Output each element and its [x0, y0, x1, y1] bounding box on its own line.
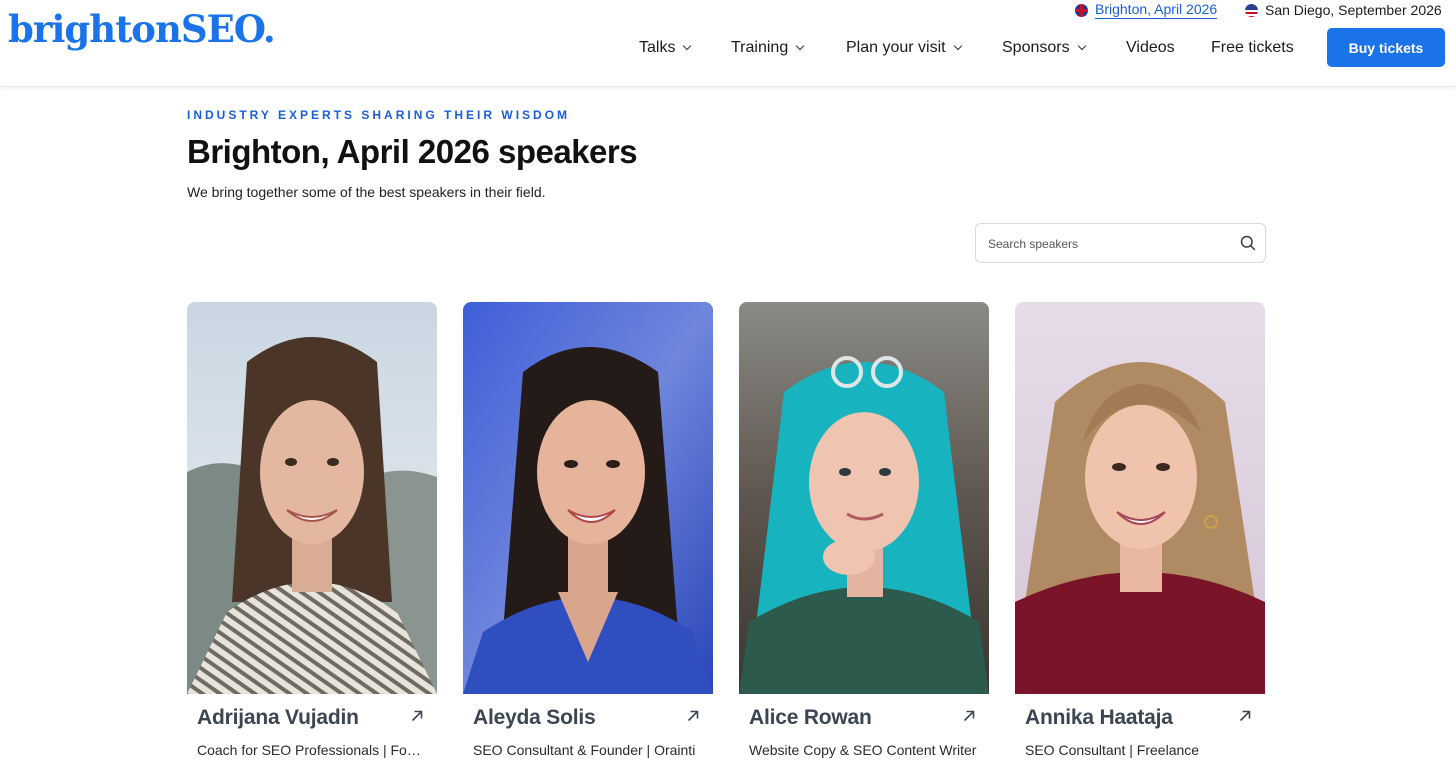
speaker-card[interactable]: Aleyda Solis SEO Consultant & Founder | … — [463, 302, 713, 783]
nav-item-training[interactable]: Training — [731, 36, 805, 60]
speaker-name[interactable]: Adrijana Vujadin — [197, 706, 359, 730]
search-input[interactable] — [988, 233, 1228, 255]
external-link-arrow-icon[interactable] — [411, 710, 423, 722]
chevron-down-icon — [795, 41, 805, 51]
site-header: brightonSEO. Brighton, April 2026 San Di… — [0, 0, 1456, 87]
nav-label: Sponsors — [1002, 39, 1070, 56]
nav-label: Talks — [639, 39, 676, 56]
speaker-card[interactable]: Adrijana Vujadin Coach for SEO Professio… — [187, 302, 437, 783]
external-link-arrow-icon[interactable] — [1239, 710, 1251, 722]
page-title: Brighton, April 2026 speakers — [187, 133, 638, 170]
external-link-arrow-icon[interactable] — [963, 710, 975, 722]
speaker-photo[interactable] — [1015, 302, 1265, 694]
speaker-photo[interactable] — [739, 302, 989, 694]
nav-item-videos[interactable]: Videos — [1126, 36, 1175, 60]
speaker-photo[interactable] — [463, 302, 713, 694]
buy-tickets-button[interactable]: Buy tickets — [1327, 28, 1445, 67]
nav-label: Training — [731, 39, 789, 56]
nav-item-sponsors[interactable]: Sponsors — [1002, 36, 1086, 60]
event-link-san-diego[interactable]: San Diego, September 2026 — [1245, 0, 1442, 20]
page-subtitle: We bring together some of the best speak… — [187, 184, 546, 200]
nav-label: Plan your visit — [846, 39, 946, 56]
nav-item-talks[interactable]: Talks — [639, 36, 692, 60]
speaker-role: Coach for SEO Professionals | Founder — [197, 742, 427, 758]
nav-item-plan-your-visit[interactable]: Plan your visit — [846, 36, 962, 60]
speaker-card[interactable]: Alice Rowan Website Copy & SEO Content W… — [739, 302, 989, 783]
section-eyebrow: INDUSTRY EXPERTS SHARING THEIR WISDOM — [187, 108, 571, 122]
speaker-search — [975, 223, 1266, 263]
main-nav: Talks Training Plan your visit Sponsors … — [0, 36, 1456, 60]
speaker-name[interactable]: Aleyda Solis — [473, 706, 596, 730]
nav-label: Videos — [1126, 39, 1175, 56]
us-flag-icon — [1245, 3, 1258, 17]
search-icon[interactable] — [1240, 235, 1256, 251]
chevron-down-icon — [953, 41, 962, 51]
speaker-name[interactable]: Annika Haataja — [1025, 706, 1173, 730]
chevron-down-icon — [1077, 41, 1086, 51]
speaker-name[interactable]: Alice Rowan — [749, 706, 872, 730]
speaker-photo[interactable] — [187, 302, 437, 694]
nav-item-free-tickets[interactable]: Free tickets — [1211, 36, 1294, 60]
event-link-brighton[interactable]: Brighton, April 2026 — [1075, 0, 1218, 20]
external-link-arrow-icon[interactable] — [687, 710, 699, 722]
speaker-role: Website Copy & SEO Content Writer — [749, 742, 977, 758]
speaker-card[interactable]: Annika Haataja SEO Consultant | Freelanc… — [1015, 302, 1265, 783]
speaker-role: SEO Consultant | Freelance — [1025, 742, 1200, 758]
chevron-down-icon — [683, 41, 692, 51]
event-label-san-diego: San Diego, September 2026 — [1265, 2, 1442, 18]
uk-flag-icon — [1075, 3, 1088, 17]
speaker-role: SEO Consultant & Founder | Orainti — [473, 742, 696, 758]
nav-label: Free tickets — [1211, 39, 1294, 56]
event-label-brighton: Brighton, April 2026 — [1095, 0, 1218, 19]
